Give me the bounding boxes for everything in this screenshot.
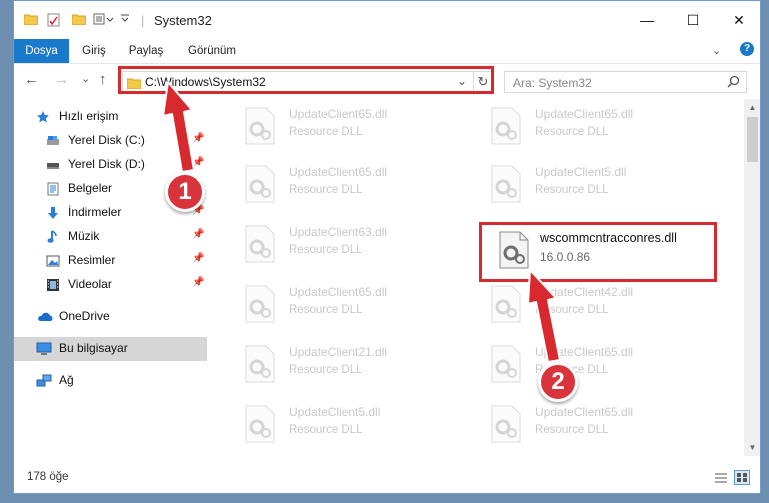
step-badge-1: 1 [165,172,205,212]
arrow-2 [527,269,561,363]
step-badge-2: 2 [538,362,578,402]
arrow-1 [162,81,195,173]
annotation-arrows [162,81,561,363]
